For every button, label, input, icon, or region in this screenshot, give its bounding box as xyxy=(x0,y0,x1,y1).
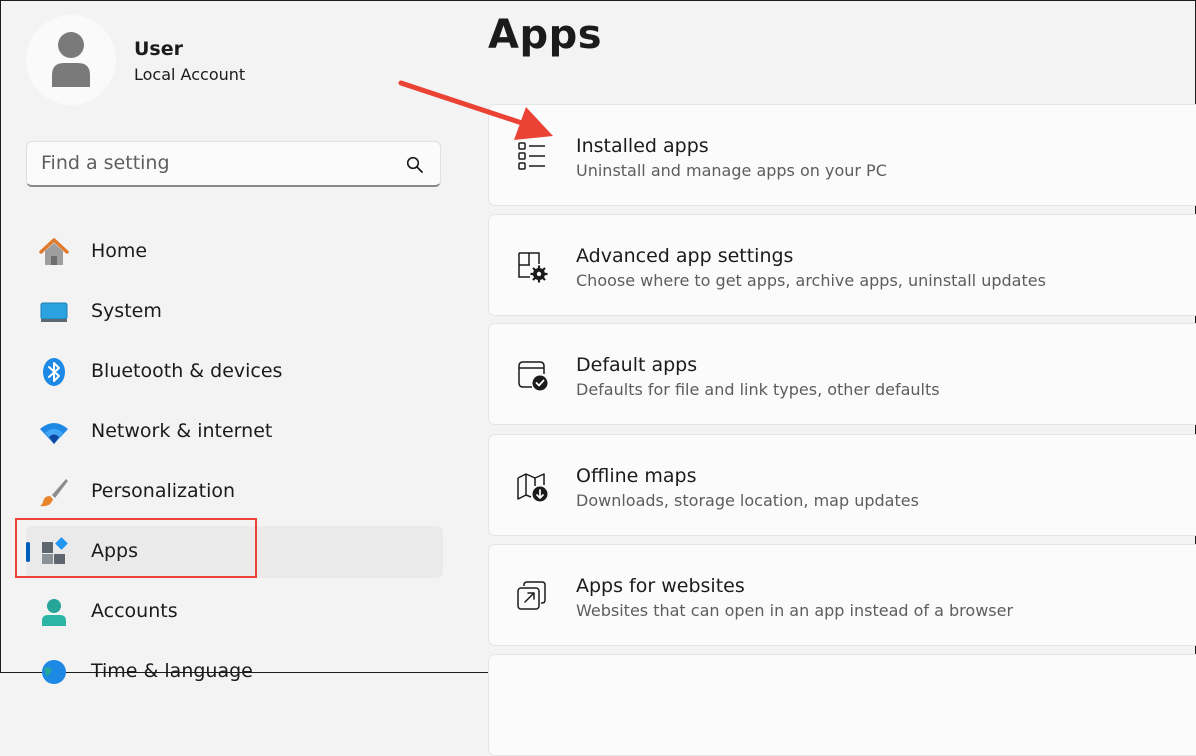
search-box[interactable] xyxy=(26,141,441,187)
home-icon xyxy=(39,238,69,265)
open-in-app-icon xyxy=(517,581,546,610)
default-apps-icon xyxy=(518,361,548,391)
map-icon xyxy=(517,473,548,502)
card-title: Apps for websites xyxy=(576,575,745,597)
card-title: Advanced app settings xyxy=(576,245,794,267)
sidebar-item-label: Home xyxy=(91,240,148,262)
sidebar-item-personalization[interactable]: Personalization xyxy=(26,466,443,518)
app-settings-icon xyxy=(518,252,548,283)
user-icon xyxy=(52,32,90,87)
card-subtitle: Uninstall and manage apps on your PC xyxy=(576,161,887,180)
avatar[interactable] xyxy=(26,15,116,105)
user-name: User xyxy=(134,38,183,60)
card-installed-apps[interactable]: Installed apps Uninstall and manage apps… xyxy=(488,104,1196,206)
card-next[interactable] xyxy=(488,654,1196,756)
globe-icon xyxy=(42,660,66,684)
sidebar-item-network[interactable]: Network & internet xyxy=(26,406,443,458)
card-default-apps[interactable]: Default apps Defaults for file and link … xyxy=(488,323,1196,425)
sidebar-item-system[interactable]: System xyxy=(26,286,443,338)
card-title: Installed apps xyxy=(576,135,709,157)
account-type: Local Account xyxy=(134,65,246,84)
sidebar-item-bluetooth[interactable]: Bluetooth & devices xyxy=(26,346,443,398)
card-subtitle: Defaults for file and link types, other … xyxy=(576,380,940,399)
annotation-highlight-box xyxy=(15,518,257,578)
card-subtitle: Downloads, storage location, map updates xyxy=(576,491,919,510)
brush-icon xyxy=(40,479,68,507)
card-title: Default apps xyxy=(576,354,698,376)
page-title: Apps xyxy=(488,12,603,58)
sidebar-item-time-language[interactable]: Time & language xyxy=(26,646,443,698)
card-subtitle: Choose where to get apps, archive apps, … xyxy=(576,271,1046,290)
bluetooth-icon xyxy=(43,358,65,386)
wifi-icon xyxy=(40,423,68,444)
sidebar-item-label: System xyxy=(91,300,162,322)
card-title: Offline maps xyxy=(576,465,697,487)
sidebar-item-accounts[interactable]: Accounts xyxy=(26,586,443,638)
search-input[interactable] xyxy=(41,152,381,174)
sidebar-item-label: Time & language xyxy=(91,660,253,682)
accounts-icon xyxy=(42,599,66,626)
system-icon xyxy=(40,302,68,322)
card-subtitle: Websites that can open in an app instead… xyxy=(576,601,1014,620)
card-advanced-app-settings[interactable]: Advanced app settings Choose where to ge… xyxy=(488,214,1196,316)
sidebar-item-home[interactable]: Home xyxy=(26,226,443,278)
card-apps-for-websites[interactable]: Apps for websites Websites that can open… xyxy=(488,544,1196,646)
card-offline-maps[interactable]: Offline maps Downloads, storage location… xyxy=(488,434,1196,536)
sidebar-item-label: Bluetooth & devices xyxy=(91,360,283,382)
sidebar-item-label: Network & internet xyxy=(91,420,273,442)
sidebar-item-label: Accounts xyxy=(91,600,178,622)
search-icon[interactable] xyxy=(406,156,424,174)
sidebar-item-label: Personalization xyxy=(91,480,236,502)
list-icon xyxy=(518,142,545,170)
